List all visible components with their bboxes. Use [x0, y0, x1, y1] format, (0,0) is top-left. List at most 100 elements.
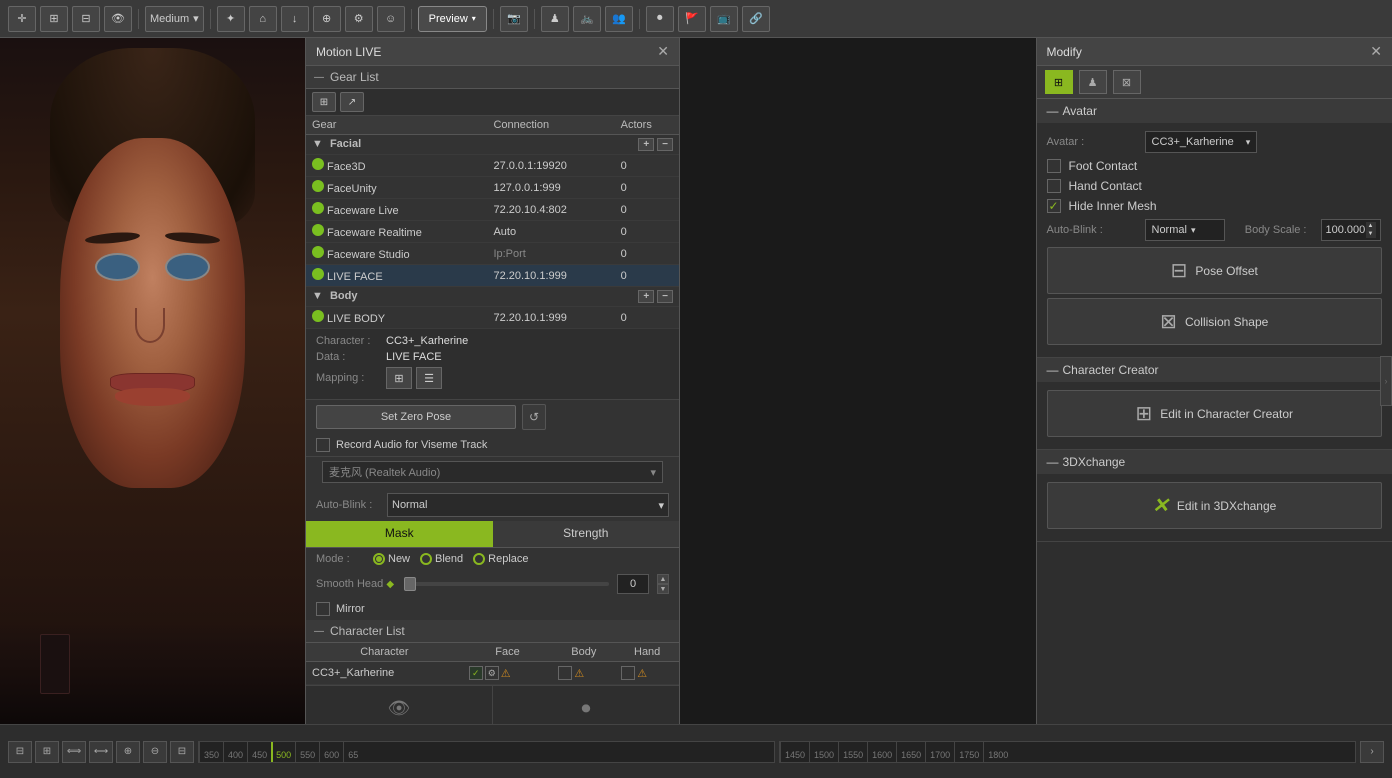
- hand-check[interactable]: [621, 666, 635, 680]
- gear-row-faceware-live[interactable]: Faceware Live 72.20.10.4:802 0: [306, 199, 679, 221]
- preview-dropdown-btn[interactable]: Preview ▾: [418, 6, 487, 32]
- tl-btn-5[interactable]: ⊕: [116, 741, 140, 763]
- toolbar-btn-2[interactable]: ⊞: [40, 6, 68, 32]
- body-add[interactable]: +: [638, 290, 654, 303]
- record-audio-checkbox[interactable]: [316, 438, 330, 452]
- toolbar-cross-btn[interactable]: ⊕: [313, 6, 341, 32]
- face-setting[interactable]: ⚙: [485, 666, 499, 680]
- toolbar-group-btn[interactable]: 👥: [605, 6, 633, 32]
- modify-tab-filter[interactable]: ⊞: [1045, 70, 1073, 94]
- toolbar-bike-btn[interactable]: 🚲: [573, 6, 601, 32]
- set-zero-pose-btn[interactable]: Set Zero Pose: [316, 405, 516, 429]
- collision-shape-btn[interactable]: ⊠ Collision Shape: [1047, 298, 1383, 345]
- strength-tab[interactable]: Strength: [493, 521, 680, 547]
- body-check[interactable]: [558, 666, 572, 680]
- reset-pose-btn[interactable]: ↺: [522, 404, 546, 430]
- toolbar-link-btn[interactable]: 🔗: [742, 6, 770, 32]
- tl-btn-4[interactable]: ⟷: [89, 741, 113, 763]
- toolbar-sun-btn[interactable]: ✦: [217, 6, 245, 32]
- mapping-btn-2[interactable]: ☰: [416, 367, 442, 389]
- facial-remove[interactable]: −: [657, 138, 673, 151]
- char-list-row[interactable]: CC3+_Karherine ✓ ⚙ ⚠ ⚠: [306, 662, 679, 685]
- char-creator-collapse[interactable]: —: [1047, 363, 1059, 377]
- toolbar-eye-btn[interactable]: 👁: [104, 6, 132, 32]
- toolbar-move-btn[interactable]: ⌂: [249, 6, 277, 32]
- right-panel-toggle[interactable]: ›: [1380, 356, 1392, 406]
- modify-close[interactable]: ✕: [1370, 43, 1382, 60]
- toolbar-person-btn[interactable]: ♟: [541, 6, 569, 32]
- modify-scroll[interactable]: — Avatar Avatar : CC3+_Karherine ▾: [1037, 99, 1392, 724]
- auto-blink-dropdown[interactable]: Normal ▾: [387, 493, 669, 517]
- face-check[interactable]: ✓: [469, 666, 483, 680]
- timeline-ruler-left[interactable]: 350 400 450 500 550 600 65: [198, 741, 775, 763]
- sep2: [210, 9, 211, 29]
- smooth-down[interactable]: ▼: [657, 584, 669, 594]
- body-remove[interactable]: −: [657, 290, 673, 303]
- livebody-status: [312, 310, 324, 322]
- tl-right-btn[interactable]: ›: [1360, 741, 1384, 763]
- motion-live-close[interactable]: ✕: [657, 43, 669, 60]
- toolbar-select-btn[interactable]: ✛: [8, 6, 36, 32]
- toolbar-down-btn[interactable]: ↓: [281, 6, 309, 32]
- smooth-thumb[interactable]: [404, 577, 416, 591]
- mode-replace[interactable]: Replace: [473, 553, 528, 565]
- mirror-checkbox[interactable]: [316, 602, 330, 616]
- pose-offset-btn[interactable]: ⊟ Pose Offset: [1047, 247, 1383, 294]
- motion-live-scroll[interactable]: — Gear List ⊞ ↗ Gear Connection Actors: [306, 66, 679, 724]
- mode-blend[interactable]: Blend: [420, 553, 463, 565]
- toolbar-btn-3[interactable]: ⊟: [72, 6, 100, 32]
- modify-tab-person[interactable]: ♟: [1079, 70, 1107, 94]
- gear-group-body[interactable]: ▼ Body + −: [306, 287, 679, 307]
- char-list-collapse[interactable]: —: [314, 626, 324, 637]
- gear-row-livebody[interactable]: LIVE BODY 72.20.10.1:999 0: [306, 307, 679, 329]
- gear-row-live-face[interactable]: LIVE FACE 72.20.10.1:999 0: [306, 265, 679, 287]
- avatar-collapse[interactable]: —: [1047, 104, 1059, 118]
- body-scale-up[interactable]: ▲: [1366, 222, 1376, 230]
- body-toggle[interactable]: ▼: [312, 290, 323, 302]
- hide-inner-mesh-checkbox[interactable]: ✓: [1047, 199, 1061, 213]
- smooth-up[interactable]: ▲: [657, 574, 669, 584]
- smooth-slider[interactable]: [404, 582, 609, 586]
- avatar-dropdown[interactable]: CC3+_Karherine ▾: [1145, 131, 1258, 153]
- gear-row-faceware-studio[interactable]: Faceware Studio Ip:Port 0: [306, 243, 679, 265]
- gear-row-faceunity[interactable]: FaceUnity 127.0.0.1:999 0: [306, 177, 679, 199]
- preview-btn[interactable]: 👁 Preview: [306, 686, 493, 724]
- timeline-ruler-right[interactable]: 1450 1500 1550 1600 1650 1700 1750 1800: [779, 741, 1356, 763]
- collision-shape-label: Collision Shape: [1185, 315, 1268, 329]
- gear-add-btn[interactable]: ⊞: [312, 92, 336, 112]
- toolbar-camera-btn[interactable]: 📷: [500, 6, 528, 32]
- facial-toggle[interactable]: ▼: [312, 138, 323, 150]
- tl-btn-1[interactable]: ⊟: [8, 741, 32, 763]
- medium-dropdown[interactable]: Medium ▾: [145, 6, 204, 32]
- toolbar-smile-btn[interactable]: ☺: [377, 6, 405, 32]
- viseme-dropdown[interactable]: 麦克风 (Realtek Audio) ▾: [322, 461, 663, 483]
- gear-list-collapse[interactable]: —: [314, 72, 324, 83]
- body-scale-input[interactable]: 100.000 ▲ ▼: [1321, 219, 1381, 241]
- tl-btn-7[interactable]: ⊟: [170, 741, 194, 763]
- facial-add[interactable]: +: [638, 138, 654, 151]
- gear-row-faceware-realtime[interactable]: Faceware Realtime Auto 0: [306, 221, 679, 243]
- body-scale-down[interactable]: ▼: [1366, 230, 1376, 238]
- auto-blink-modify-dropdown[interactable]: Normal ▾: [1145, 219, 1225, 241]
- toolbar-gear-btn[interactable]: ⚙: [345, 6, 373, 32]
- record-btn[interactable]: ⏺ Record: [493, 686, 679, 724]
- gear-row-face3d[interactable]: Face3D 27.0.0.1:19920 0: [306, 155, 679, 177]
- edit-dxchange-btn[interactable]: ✕ Edit in 3DXchange: [1047, 482, 1383, 529]
- toolbar-screen-btn[interactable]: 📺: [710, 6, 738, 32]
- hand-contact-checkbox[interactable]: [1047, 179, 1061, 193]
- mode-new[interactable]: New: [373, 553, 410, 565]
- tl-btn-6[interactable]: ⊖: [143, 741, 167, 763]
- foot-contact-checkbox[interactable]: [1047, 159, 1061, 173]
- toolbar-record-btn[interactable]: ⏺: [646, 6, 674, 32]
- mask-tab[interactable]: Mask: [306, 521, 493, 547]
- modify-tab-checker[interactable]: ⊠: [1113, 70, 1141, 94]
- tl-btn-2[interactable]: ⊞: [35, 741, 59, 763]
- dxchange-collapse[interactable]: —: [1047, 455, 1059, 469]
- gear-export-btn[interactable]: ↗: [340, 92, 364, 112]
- mapping-btn-1[interactable]: ⊞: [386, 367, 412, 389]
- gear-group-facial[interactable]: ▼ Facial + −: [306, 135, 679, 155]
- tl-btn-3[interactable]: ⟺: [62, 741, 86, 763]
- toolbar-flag-btn[interactable]: 🚩: [678, 6, 706, 32]
- edit-char-creator-btn[interactable]: ⊞ Edit in Character Creator: [1047, 390, 1383, 437]
- smooth-value[interactable]: 0: [617, 574, 649, 594]
